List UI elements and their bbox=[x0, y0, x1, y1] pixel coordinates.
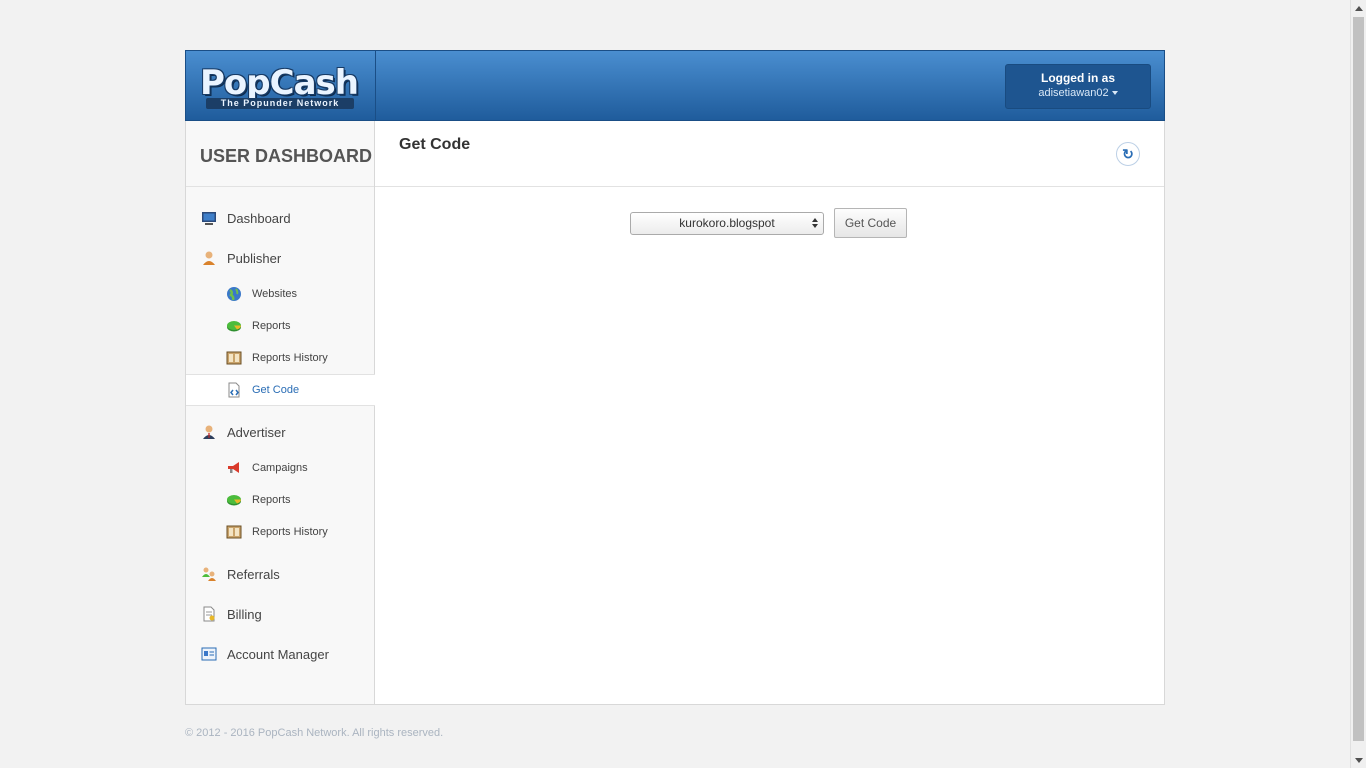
monitor-icon bbox=[201, 210, 217, 226]
sidebar-title: USER DASHBOARD bbox=[186, 121, 374, 187]
website-select-value: kurokoro.blogspot bbox=[679, 216, 775, 230]
people-icon bbox=[201, 566, 217, 582]
logo[interactable]: PopCash The Popunder Network bbox=[186, 51, 376, 120]
page-scrollbar[interactable] bbox=[1350, 0, 1366, 768]
logo-tagline: The Popunder Network bbox=[206, 98, 354, 109]
scroll-up-arrow-icon[interactable] bbox=[1351, 0, 1366, 16]
sidebar-item-label: Get Code bbox=[252, 384, 300, 396]
top-header: PopCash The Popunder Network Logged in a… bbox=[185, 50, 1165, 121]
sidebar-item-label: Reports bbox=[252, 320, 291, 332]
main-panel: Get Code ↻ kurokoro.blogspot Get Code bbox=[375, 121, 1165, 705]
history-book-icon bbox=[226, 350, 242, 366]
sidebar-item-label: Dashboard bbox=[227, 210, 291, 226]
pie-chart-icon bbox=[226, 318, 242, 334]
sidebar-item-publisher-reports[interactable]: Reports bbox=[186, 310, 374, 342]
refresh-icon: ↻ bbox=[1122, 145, 1134, 162]
scroll-down-arrow-icon[interactable] bbox=[1351, 752, 1366, 768]
sidebar-item-label: Account Manager bbox=[227, 646, 329, 662]
code-file-icon bbox=[226, 382, 242, 398]
user-menu[interactable]: Logged in as adisetiawan02 bbox=[1005, 64, 1151, 109]
sidebar-item-label: Reports History bbox=[252, 526, 328, 538]
logo-text: PopCash bbox=[200, 63, 359, 103]
sidebar-item-label: Websites bbox=[252, 288, 298, 300]
sidebar-item-dashboard[interactable]: Dashboard bbox=[186, 202, 374, 234]
businessman-icon bbox=[201, 424, 217, 440]
sidebar-item-advertiser-reports[interactable]: Reports bbox=[186, 484, 374, 516]
sidebar-item-label: Reports History bbox=[252, 352, 328, 364]
get-code-button[interactable]: Get Code bbox=[834, 208, 907, 238]
user-menu-title: Logged in as bbox=[1040, 71, 1115, 85]
page-title: Get Code bbox=[399, 136, 471, 153]
globe-icon bbox=[226, 286, 242, 302]
select-arrows-icon bbox=[812, 218, 818, 228]
sidebar-item-campaigns[interactable]: Campaigns bbox=[186, 452, 374, 484]
person-icon bbox=[201, 250, 217, 266]
sidebar-item-account-manager[interactable]: Account Manager bbox=[186, 638, 374, 670]
refresh-button[interactable]: ↻ bbox=[1116, 142, 1140, 166]
sidebar-item-label: Publisher bbox=[227, 250, 282, 266]
sidebar-item-advertiser[interactable]: Advertiser bbox=[186, 416, 374, 448]
id-card-icon bbox=[201, 646, 217, 662]
sidebar: USER DASHBOARD Dashboard Publisher Websi… bbox=[185, 121, 375, 705]
invoice-icon bbox=[201, 606, 217, 622]
megaphone-icon bbox=[226, 460, 242, 476]
sidebar-item-websites[interactable]: Websites bbox=[186, 278, 374, 310]
sidebar-item-label: Reports bbox=[252, 494, 291, 506]
footer-copyright: © 2012 - 2016 PopCash Network. All right… bbox=[185, 727, 444, 739]
sidebar-item-advertiser-reports-history[interactable]: Reports History bbox=[186, 516, 374, 548]
website-select[interactable]: kurokoro.blogspot bbox=[630, 212, 824, 235]
sidebar-item-publisher-reports-history[interactable]: Reports History bbox=[186, 342, 374, 374]
sidebar-item-publisher[interactable]: Publisher bbox=[186, 242, 374, 274]
username: adisetiawan02 bbox=[1038, 87, 1109, 99]
sidebar-item-label: Advertiser bbox=[227, 424, 286, 440]
caret-down-icon bbox=[1111, 91, 1118, 96]
sidebar-item-label: Campaigns bbox=[252, 462, 308, 474]
sidebar-item-billing[interactable]: Billing bbox=[186, 598, 374, 630]
sidebar-item-label: Billing bbox=[227, 606, 262, 622]
sidebar-item-referrals[interactable]: Referrals bbox=[186, 558, 374, 590]
scroll-thumb[interactable] bbox=[1353, 17, 1364, 741]
main-header: Get Code ↻ bbox=[375, 121, 1164, 187]
history-book-icon bbox=[226, 524, 242, 540]
pie-chart-icon bbox=[226, 492, 242, 508]
sidebar-item-get-code[interactable]: Get Code bbox=[186, 374, 375, 406]
sidebar-item-label: Referrals bbox=[227, 566, 280, 582]
